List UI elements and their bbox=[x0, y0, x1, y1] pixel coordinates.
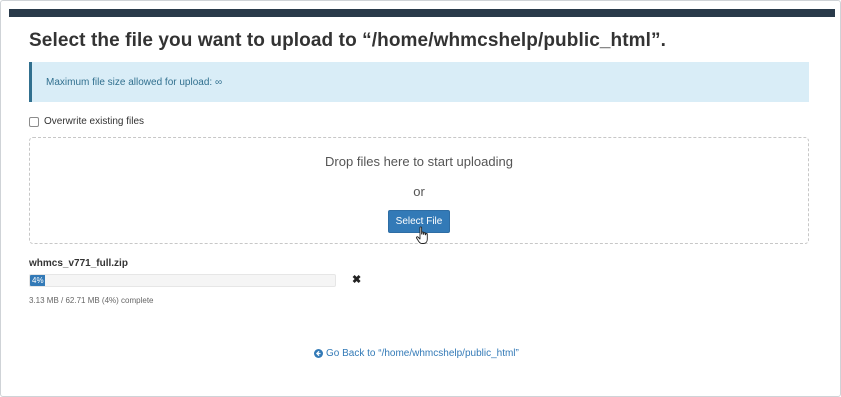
arrow-circle-left-icon bbox=[314, 349, 323, 358]
upload-progress-bar: 4% bbox=[29, 274, 336, 287]
page-title: Select the file you want to upload to “/… bbox=[29, 30, 667, 51]
or-text: or bbox=[413, 184, 425, 199]
overwrite-checkbox[interactable] bbox=[29, 116, 39, 127]
max-file-size-alert: Maximum file size allowed for upload: ∞ bbox=[29, 62, 809, 102]
go-back-link[interactable]: Go Back to “/home/whmcshelp/public_html” bbox=[314, 348, 519, 359]
overwrite-option[interactable]: Overwrite existing files bbox=[29, 116, 144, 127]
hand-pointer-cursor-icon bbox=[415, 226, 428, 244]
go-back-text: Go Back to “/home/whmcshelp/public_html” bbox=[326, 348, 519, 359]
max-file-size-text: Maximum file size allowed for upload: ∞ bbox=[46, 77, 223, 88]
upload-status-text: 3.13 MB / 62.71 MB (4%) complete bbox=[29, 296, 154, 305]
upload-panel: Select the file you want to upload to “/… bbox=[0, 0, 841, 397]
upload-file-name: whmcs_v771_full.zip bbox=[29, 258, 128, 269]
drop-files-text: Drop files here to start uploading bbox=[325, 154, 513, 169]
top-header-bar bbox=[9, 9, 835, 17]
close-icon[interactable]: ✖ bbox=[352, 273, 361, 286]
overwrite-label: Overwrite existing files bbox=[44, 116, 145, 127]
upload-progress-fill: 4% bbox=[30, 275, 46, 286]
